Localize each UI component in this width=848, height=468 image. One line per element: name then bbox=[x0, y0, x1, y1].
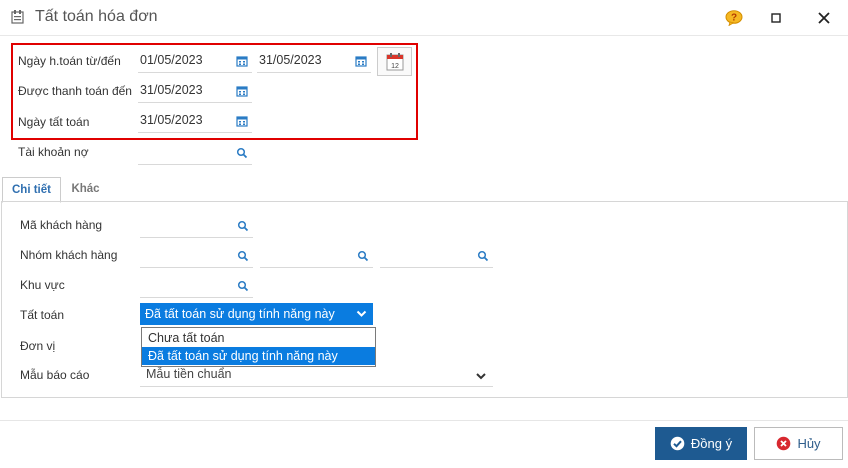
unit-label: Đơn vị bbox=[20, 339, 56, 353]
search-icon[interactable] bbox=[477, 250, 489, 262]
settlement-date-field[interactable]: 31/05/2023 bbox=[138, 110, 252, 133]
help-icon: ? bbox=[725, 10, 743, 26]
search-icon[interactable] bbox=[236, 147, 248, 159]
payment-date-from-value: 01/05/2023 bbox=[140, 53, 203, 67]
calendar-icon[interactable] bbox=[236, 55, 248, 67]
check-circle-icon bbox=[670, 436, 685, 451]
debit-account-field[interactable] bbox=[138, 142, 252, 165]
search-icon[interactable] bbox=[357, 250, 369, 262]
customer-group-field-2[interactable] bbox=[260, 245, 373, 268]
cancel-button[interactable]: Hủy bbox=[754, 427, 843, 460]
debit-account-label: Tài khoản nợ bbox=[18, 145, 89, 159]
settlement-option-settled[interactable]: Đã tất toán sử dụng tính năng này bbox=[142, 347, 375, 365]
maximize-button[interactable] bbox=[762, 4, 790, 32]
tab-details[interactable]: Chi tiết bbox=[2, 177, 61, 203]
calendar-icon[interactable] bbox=[236, 85, 248, 97]
help-button[interactable]: ? bbox=[720, 4, 748, 32]
svg-text:?: ? bbox=[731, 13, 737, 24]
calendar-icon[interactable] bbox=[236, 115, 248, 127]
maximize-icon bbox=[771, 13, 781, 23]
customer-group-field-1[interactable] bbox=[140, 245, 253, 268]
search-icon[interactable] bbox=[237, 220, 249, 232]
settlement-selected-value: Đã tất toán sử dụng tính năng này bbox=[145, 307, 335, 321]
cancel-circle-icon bbox=[777, 436, 791, 451]
customer-code-field[interactable] bbox=[140, 215, 253, 238]
customer-code-label: Mã khách hàng bbox=[20, 218, 103, 232]
settlement-label: Tất toán bbox=[20, 308, 65, 322]
cancel-button-label: Hủy bbox=[797, 436, 821, 451]
region-label: Khu vực bbox=[20, 278, 65, 292]
payment-date-label: Ngày h.toán từ/đến bbox=[18, 54, 121, 68]
settlement-date-label: Ngày tất toán bbox=[18, 115, 90, 129]
settlement-option-unsettled[interactable]: Chưa tất toán bbox=[142, 329, 375, 347]
calendar-icon[interactable] bbox=[355, 55, 367, 67]
ok-button-label: Đồng ý bbox=[690, 436, 733, 451]
close-icon bbox=[818, 12, 830, 24]
app-icon bbox=[11, 10, 24, 24]
settlement-date-value: 31/05/2023 bbox=[140, 113, 203, 127]
report-template-label: Mẫu báo cáo bbox=[20, 368, 90, 382]
close-button[interactable] bbox=[810, 4, 838, 32]
tab-other[interactable]: Khác bbox=[63, 177, 108, 201]
customer-group-field-3[interactable] bbox=[380, 245, 493, 268]
svg-text:12: 12 bbox=[391, 63, 399, 70]
settlement-select[interactable]: Đã tất toán sử dụng tính năng này bbox=[140, 303, 373, 325]
region-field[interactable] bbox=[140, 275, 253, 298]
payment-date-to-field[interactable]: 31/05/2023 bbox=[257, 50, 371, 73]
report-template-value: Mẫu tiền chuẩn bbox=[146, 367, 232, 381]
chevron-down-icon bbox=[476, 373, 486, 380]
payment-date-from-field[interactable]: 01/05/2023 bbox=[138, 50, 252, 73]
search-icon[interactable] bbox=[237, 250, 249, 262]
paid-until-label: Được thanh toán đến bbox=[18, 84, 132, 98]
customer-group-label: Nhóm khách hàng bbox=[20, 248, 118, 262]
settlement-dropdown-list: Chưa tất toán Đã tất toán sử dụng tính n… bbox=[141, 327, 376, 367]
report-template-select[interactable]: Mẫu tiền chuẩn bbox=[140, 364, 493, 387]
ok-button[interactable]: Đồng ý bbox=[655, 427, 747, 460]
payment-date-to-value: 31/05/2023 bbox=[259, 53, 322, 67]
chevron-down-icon bbox=[356, 310, 367, 317]
date-picker-button[interactable]: 12 bbox=[377, 47, 412, 76]
paid-until-value: 31/05/2023 bbox=[140, 83, 203, 97]
window-title: Tất toán hóa đơn bbox=[35, 8, 158, 25]
calendar-large-icon: 12 bbox=[386, 52, 403, 70]
paid-until-field[interactable]: 31/05/2023 bbox=[138, 80, 252, 103]
search-icon[interactable] bbox=[237, 280, 249, 292]
